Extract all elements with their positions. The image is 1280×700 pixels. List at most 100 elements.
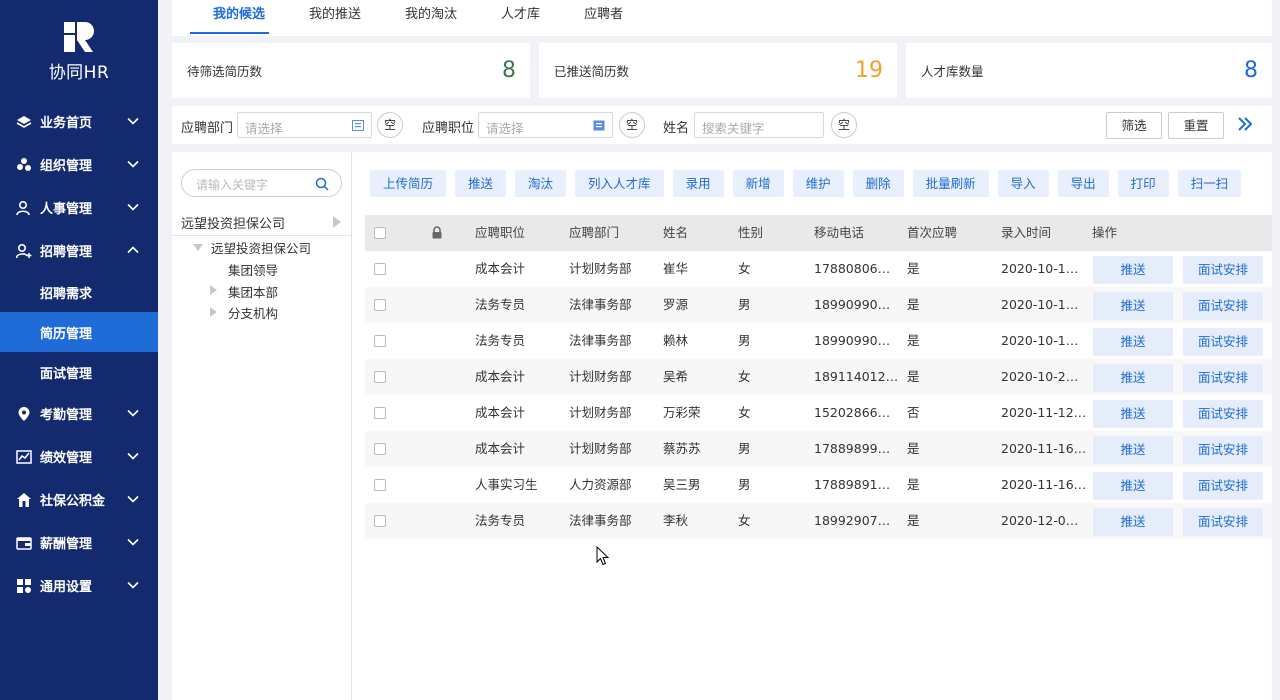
push-button[interactable]: 推送 xyxy=(1093,436,1173,464)
chart-icon xyxy=(15,448,33,466)
tab-item[interactable]: 人才库 xyxy=(479,0,562,36)
column-header: 应聘部门 xyxy=(569,225,620,240)
toolbar-button[interactable]: 新增 xyxy=(732,170,784,197)
row-checkbox[interactable] xyxy=(374,299,386,311)
caret-right-icon xyxy=(333,216,341,228)
sidebar-item[interactable]: 绩效管理 xyxy=(0,435,158,478)
search-icon[interactable] xyxy=(315,177,329,191)
interview-schedule-button[interactable]: 面试安排 xyxy=(1183,256,1263,284)
toolbar-button[interactable]: 录用 xyxy=(672,170,724,197)
table-cell: 计划财务部 xyxy=(569,369,632,384)
table-cell: 18990990… xyxy=(814,297,891,312)
action-toolbar: 上传简历 推送 淘汰 列入人才库 录用 新增 维护 删除 批量刷新 导入 导出 打印 扫一扫 xyxy=(370,170,1250,197)
dept-select[interactable]: 请选择 xyxy=(237,112,372,138)
interview-schedule-button[interactable]: 面试安排 xyxy=(1183,436,1263,464)
sidebar-item[interactable]: 业务首页 xyxy=(0,100,158,143)
sidebar-item[interactable]: 人事管理 xyxy=(0,186,158,229)
sidebar-item[interactable]: 组织管理 xyxy=(0,143,158,186)
column-header: 应聘职位 xyxy=(475,225,526,240)
sidebar-nav: 业务首页 组织管理 人事管理 招聘管理 招聘需求 简历管理 面试管理 考勤管理 绩效管理 社保公积… xyxy=(0,100,158,607)
push-button[interactable]: 推送 xyxy=(1093,400,1173,428)
tree-node-leaders[interactable]: 集团领导 xyxy=(228,260,278,279)
table-row: 法务专员 法律事务部 罗源 男 18990990… 是 2020-10-1… 推送 面试安排 xyxy=(365,287,1272,323)
double-chevron-right-icon[interactable] xyxy=(1236,114,1254,134)
position-select[interactable]: 请选择 xyxy=(478,112,613,138)
table-cell: 是 xyxy=(907,477,920,492)
table-cell: 李秋 xyxy=(663,513,689,528)
caret-right-icon[interactable] xyxy=(210,307,217,317)
toolbar-button[interactable]: 导出 xyxy=(1057,170,1109,197)
chevron-down-icon xyxy=(127,452,139,460)
tab-item[interactable]: 我的推送 xyxy=(287,0,383,36)
push-button[interactable]: 推送 xyxy=(1093,256,1173,284)
caret-right-icon[interactable] xyxy=(210,285,217,295)
push-button[interactable]: 推送 xyxy=(1093,328,1173,356)
table-cell: 2020-10-1… xyxy=(1001,261,1079,276)
table-row: 成本会计 计划财务部 万彩荣 女 15202866… 否 2020-11-12… 推送 面试安排 xyxy=(365,395,1272,431)
push-button[interactable]: 推送 xyxy=(1093,364,1173,392)
row-checkbox[interactable] xyxy=(374,479,386,491)
sidebar-subitem[interactable]: 简历管理 xyxy=(0,312,158,352)
toolbar-button[interactable]: 删除 xyxy=(852,170,904,197)
home-shield-icon xyxy=(15,491,33,509)
position-clear-button[interactable]: 空 xyxy=(619,112,645,138)
toolbar-button[interactable]: 批量刷新 xyxy=(912,170,989,197)
sidebar-item[interactable]: 社保公积金 xyxy=(0,478,158,521)
name-search-input[interactable]: 搜索关键字 xyxy=(694,112,824,138)
tree-node-headquarters[interactable]: 集团本部 xyxy=(228,282,278,301)
toolbar-button[interactable]: 维护 xyxy=(792,170,844,197)
tab-item[interactable]: 我的候选 xyxy=(172,0,287,36)
sidebar-item[interactable]: 通用设置 xyxy=(0,564,158,607)
tab-item[interactable]: 我的淘汰 xyxy=(383,0,479,36)
push-button[interactable]: 推送 xyxy=(1093,508,1173,536)
chevron-down-icon xyxy=(127,160,139,168)
toolbar-button[interactable]: 上传简历 xyxy=(370,170,447,197)
row-checkbox[interactable] xyxy=(374,515,386,527)
table-cell: 法务专员 xyxy=(475,333,526,348)
toolbar-button[interactable]: 推送 xyxy=(455,170,507,197)
sidebar-item[interactable]: 招聘管理 xyxy=(0,229,158,272)
tree-node-branches[interactable]: 分支机构 xyxy=(228,303,278,322)
reset-button[interactable]: 重置 xyxy=(1168,112,1224,139)
tree-node-company[interactable]: 远望投资担保公司 xyxy=(211,238,311,257)
table-row: 人事实习生 人力资源部 吴三男 男 17889891… 是 2020-11-16… 推送 面试安… xyxy=(365,467,1272,503)
toolbar-button[interactable]: 打印 xyxy=(1117,170,1169,197)
logo-text: 协同HR xyxy=(48,63,110,83)
push-button[interactable]: 推送 xyxy=(1093,472,1173,500)
sidebar-subitem[interactable]: 面试管理 xyxy=(0,352,158,392)
toolbar-button[interactable]: 列入人才库 xyxy=(575,170,664,197)
tree-select-icon xyxy=(352,120,364,131)
row-checkbox[interactable] xyxy=(374,443,386,455)
interview-schedule-button[interactable]: 面试安排 xyxy=(1183,472,1263,500)
toolbar-button[interactable]: 淘汰 xyxy=(515,170,567,197)
interview-schedule-button[interactable]: 面试安排 xyxy=(1183,292,1263,320)
sidebar-subitem[interactable]: 招聘需求 xyxy=(0,272,158,312)
push-button[interactable]: 推送 xyxy=(1093,292,1173,320)
caret-down-icon[interactable] xyxy=(193,244,203,251)
table-cell: 17880806… xyxy=(814,261,891,276)
row-checkbox[interactable] xyxy=(374,263,386,275)
dept-clear-button[interactable]: 空 xyxy=(377,112,403,138)
filter-button[interactable]: 筛选 xyxy=(1106,112,1162,139)
tree-root-company[interactable]: 远望投资担保公司 xyxy=(172,208,351,236)
interview-schedule-button[interactable]: 面试安排 xyxy=(1183,328,1263,356)
interview-schedule-button[interactable]: 面试安排 xyxy=(1183,400,1263,428)
row-checkbox[interactable] xyxy=(374,335,386,347)
name-clear-button[interactable]: 空 xyxy=(831,112,857,138)
tab-item[interactable]: 应聘者 xyxy=(562,0,645,36)
toolbar-button[interactable]: 导入 xyxy=(997,170,1049,197)
app-logo: 协同HR xyxy=(0,22,158,83)
tree-search-input[interactable]: 请输入关键字 xyxy=(181,169,342,197)
sidebar-item[interactable]: 考勤管理 xyxy=(0,392,158,435)
logo-icon xyxy=(64,22,94,52)
table-cell: 计划财务部 xyxy=(569,405,632,420)
interview-schedule-button[interactable]: 面试安排 xyxy=(1183,508,1263,536)
select-all-checkbox[interactable] xyxy=(374,227,386,239)
sidebar-item[interactable]: 薪酬管理 xyxy=(0,521,158,564)
table-cell: 男 xyxy=(738,297,751,312)
row-checkbox[interactable] xyxy=(374,371,386,383)
row-checkbox[interactable] xyxy=(374,407,386,419)
toolbar-button[interactable]: 扫一扫 xyxy=(1177,170,1242,197)
interview-schedule-button[interactable]: 面试安排 xyxy=(1183,364,1263,392)
stat-value: 8 xyxy=(502,58,516,83)
